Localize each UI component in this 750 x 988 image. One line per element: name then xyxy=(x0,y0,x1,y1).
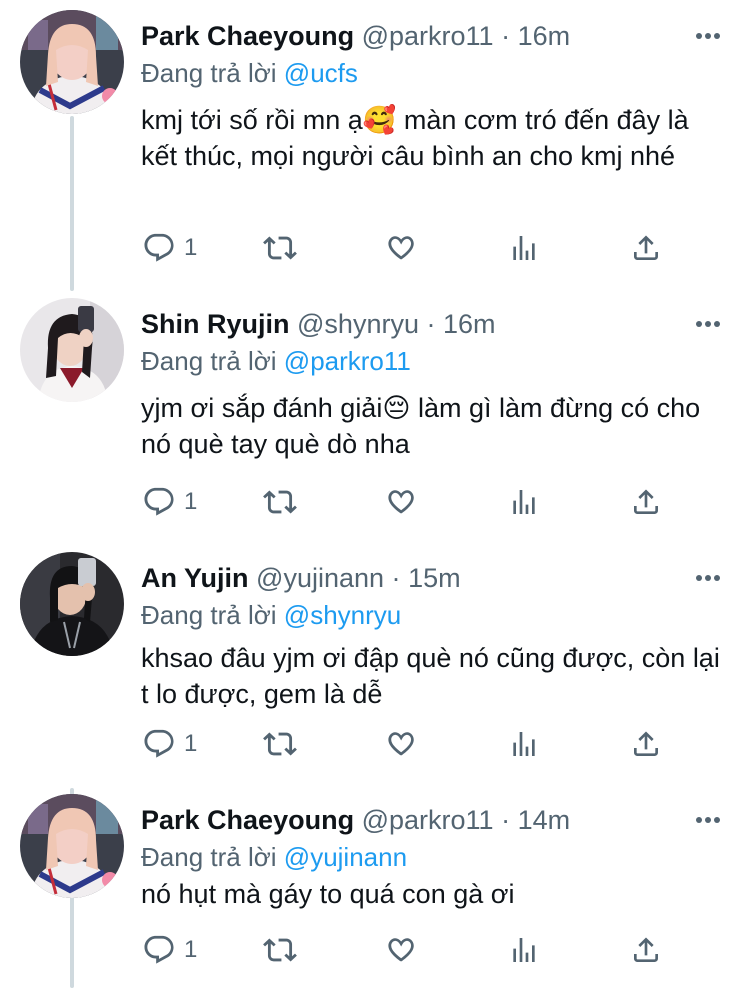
like-button[interactable] xyxy=(384,930,418,970)
more-icon[interactable] xyxy=(694,806,722,834)
tweet[interactable]: Park Chaeyoung @parkro11 · 16m Đang trả … xyxy=(0,10,750,280)
tweet-text: yjm ơi sắp đánh giải😔 làm gì làm đừng có… xyxy=(141,393,701,459)
reply-count: 1 xyxy=(184,730,198,757)
views-icon xyxy=(513,236,535,260)
replying-to: Đang trả lời @ucfs xyxy=(141,56,358,90)
like-icon xyxy=(388,732,414,756)
timestamp[interactable]: 14m xyxy=(518,805,571,835)
action-bar: 1 xyxy=(0,930,750,970)
separator-dot: · xyxy=(501,21,511,51)
username[interactable]: @shynryu xyxy=(297,309,419,339)
replying-to-label: Đang trả lời xyxy=(141,58,277,88)
reply-count: 1 xyxy=(184,936,198,963)
retweet-icon xyxy=(263,490,297,514)
tweet-header: Park Chaeyoung @parkro11 · 14m xyxy=(141,802,680,838)
like-icon xyxy=(388,938,414,962)
like-button[interactable] xyxy=(384,228,418,268)
views-icon xyxy=(513,938,535,962)
retweet-button[interactable] xyxy=(262,482,298,522)
mention-link[interactable]: @ucfs xyxy=(284,58,358,88)
reply-count: 1 xyxy=(184,234,198,261)
avatar[interactable] xyxy=(20,794,124,898)
mention-link[interactable]: @shynryu xyxy=(284,600,401,630)
replying-to: Đang trả lời @parkro11 xyxy=(141,344,411,378)
retweet-icon xyxy=(263,938,297,962)
tweet-text: nó hụt mà gáy to quá con gà ơi xyxy=(141,879,515,909)
reply-icon xyxy=(144,233,174,262)
replying-to: Đang trả lời @yujinann xyxy=(141,840,407,874)
share-icon xyxy=(634,489,658,514)
display-name[interactable]: Park Chaeyoung xyxy=(141,805,354,835)
more-icon[interactable] xyxy=(694,564,722,592)
views-icon xyxy=(513,490,535,514)
tweet[interactable]: An Yujin @yujinann · 15m Đang trả lời @s… xyxy=(0,552,750,784)
tweet[interactable]: Shin Ryujin @shynryu · 16m Đang trả lời … xyxy=(0,298,750,538)
share-icon xyxy=(634,731,658,756)
timestamp[interactable]: 16m xyxy=(518,21,571,51)
action-bar: 1 xyxy=(0,228,750,268)
more-icon[interactable] xyxy=(694,310,722,338)
retweet-button[interactable] xyxy=(262,228,298,268)
share-button[interactable] xyxy=(630,724,662,764)
username[interactable]: @parkro11 xyxy=(362,805,494,835)
tweet-header: Shin Ryujin @shynryu · 16m xyxy=(141,306,680,342)
retweet-icon xyxy=(263,732,297,756)
tweet-header: An Yujin @yujinann · 15m xyxy=(141,560,680,596)
share-icon xyxy=(634,937,658,962)
retweet-button[interactable] xyxy=(262,724,298,764)
like-icon xyxy=(388,236,414,260)
separator-dot: · xyxy=(391,563,401,593)
retweet-icon xyxy=(263,236,297,260)
reply-icon xyxy=(144,729,174,758)
reply-count: 1 xyxy=(184,488,198,515)
reply-button[interactable]: 1 xyxy=(142,930,197,970)
reply-button[interactable]: 1 xyxy=(142,724,197,764)
avatar[interactable] xyxy=(20,298,124,402)
reply-button[interactable]: 1 xyxy=(142,482,197,522)
tweet-text: khsao đâu yjm ơi đập què nó cũng được, c… xyxy=(141,643,720,709)
action-bar: 1 xyxy=(0,482,750,522)
display-name[interactable]: Shin Ryujin xyxy=(141,309,290,339)
tweet-text: kmj tới số rồi mn ạ🥰 màn cơm tró đến đây… xyxy=(141,105,689,171)
mention-link[interactable]: @yujinann xyxy=(284,842,407,872)
reply-icon xyxy=(144,935,174,964)
timestamp[interactable]: 16m xyxy=(443,309,496,339)
separator-dot: · xyxy=(426,309,436,339)
views-button[interactable] xyxy=(508,724,540,764)
reply-button[interactable]: 1 xyxy=(142,228,197,268)
like-button[interactable] xyxy=(384,724,418,764)
share-button[interactable] xyxy=(630,930,662,970)
share-button[interactable] xyxy=(630,228,662,268)
share-button[interactable] xyxy=(630,482,662,522)
timestamp[interactable]: 15m xyxy=(408,563,461,593)
views-button[interactable] xyxy=(508,482,540,522)
separator-dot: · xyxy=(501,805,511,835)
display-name[interactable]: An Yujin xyxy=(141,563,249,593)
display-name[interactable]: Park Chaeyoung xyxy=(141,21,354,51)
replying-to-label: Đang trả lời xyxy=(141,600,277,630)
views-button[interactable] xyxy=(508,930,540,970)
like-icon xyxy=(388,490,414,514)
username[interactable]: @yujinann xyxy=(256,563,384,593)
retweet-button[interactable] xyxy=(262,930,298,970)
replying-to-label: Đang trả lời xyxy=(141,346,277,376)
more-icon[interactable] xyxy=(694,22,722,50)
tweet[interactable]: Park Chaeyoung @parkro11 · 14m Đang trả … xyxy=(0,794,750,988)
username[interactable]: @parkro11 xyxy=(362,21,494,51)
avatar[interactable] xyxy=(20,552,124,656)
mention-link[interactable]: @parkro11 xyxy=(284,346,411,376)
share-icon xyxy=(634,235,658,260)
replying-to: Đang trả lời @shynryu xyxy=(141,598,401,632)
replying-to-label: Đang trả lời xyxy=(141,842,277,872)
avatar[interactable] xyxy=(20,10,124,114)
like-button[interactable] xyxy=(384,482,418,522)
action-bar: 1 xyxy=(0,724,750,764)
views-icon xyxy=(513,732,535,756)
reply-icon xyxy=(144,487,174,516)
views-button[interactable] xyxy=(508,228,540,268)
tweet-header: Park Chaeyoung @parkro11 · 16m xyxy=(141,18,680,54)
